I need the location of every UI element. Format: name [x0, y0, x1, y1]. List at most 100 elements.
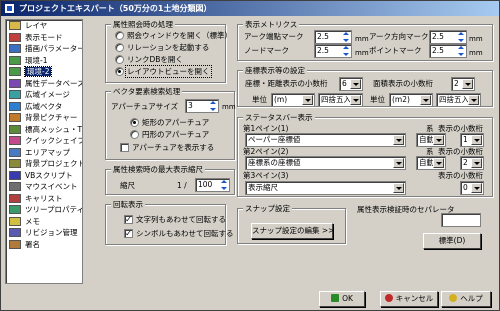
sidebar-item[interactable]: クイックシェイプ [6, 135, 82, 147]
snap-edit-button[interactable]: スナップ設定の編集 >> [251, 223, 334, 239]
arc-direction-input[interactable]: 2.5 [429, 30, 467, 44]
chevron-down-icon[interactable] [468, 95, 479, 105]
spin-icon[interactable] [456, 45, 465, 57]
sidebar-item[interactable]: キャリスト [6, 193, 82, 205]
chevron-down-icon[interactable] [393, 183, 404, 193]
node-mark-input[interactable]: 2.5 [314, 44, 352, 58]
default-button[interactable]: 標準(D) [423, 233, 481, 249]
sidebar-item-label: 広域ベクタ [25, 101, 63, 111]
sidebar-item[interactable]: 環境-2 [6, 66, 82, 78]
spin-icon[interactable] [341, 31, 350, 43]
chevron-down-icon[interactable] [350, 95, 361, 105]
radio-circle-aperture[interactable] [130, 130, 139, 139]
show-aperture-checkbox[interactable] [120, 143, 129, 152]
chevron-down-icon[interactable] [462, 79, 473, 89]
sidebar-item[interactable]: 描画パラメーター [6, 43, 82, 55]
pane2-value: 座標系の座標値 [248, 158, 301, 167]
spin-icon[interactable] [208, 100, 217, 112]
arc-end-mark-input[interactable]: 2.5 [314, 30, 352, 44]
pane1-select[interactable]: ペーパー座標値 [245, 133, 406, 147]
sidebar-item[interactable]: 広域イメージ [6, 89, 82, 101]
category-icon [9, 147, 21, 157]
sidebar-item[interactable]: 属性データベース [6, 78, 82, 90]
arc-end-mark-value: 2.5 [317, 32, 329, 41]
category-list[interactable]: レイヤ 表示モード 描画パラメーター 環境-1 環境-2 属性データベース 広域イメージ 広域… [5, 19, 83, 284]
vector-search-title: ベクタ要素検索処理 [111, 86, 183, 97]
sidebar-item[interactable]: 背景プロジェクト [6, 158, 82, 170]
chevron-down-icon[interactable] [420, 95, 431, 105]
unit-mm: mm [355, 49, 369, 57]
category-icon [9, 124, 21, 134]
pane2-select[interactable]: 座標系の座標値 [245, 156, 406, 170]
sidebar-item[interactable]: マウスイベント [6, 181, 82, 193]
spin-icon[interactable] [219, 179, 228, 191]
sidebar-item[interactable]: 署名 [6, 239, 82, 251]
sidebar-item[interactable]: エリアマップ [6, 147, 82, 159]
chevron-down-icon[interactable] [471, 158, 482, 168]
unit2-select[interactable]: (m2) [389, 93, 433, 107]
sidebar-item[interactable]: 表示モード [6, 32, 82, 44]
pane2-decimals-select[interactable]: 2 [460, 156, 484, 170]
category-icon [9, 228, 21, 237]
sidebar-item[interactable]: 広域ベクタ [6, 101, 82, 113]
sidebar-item[interactable]: リビジョン管理 [6, 227, 82, 239]
cancel-button[interactable]: キャンセル [380, 291, 438, 307]
radio-link-db[interactable] [115, 55, 124, 64]
pane3-select[interactable]: 表示縮尺 [245, 181, 406, 195]
separator-input[interactable] [441, 213, 481, 227]
spin-icon[interactable] [456, 31, 465, 43]
area-decimals-label: 面積表示の小数桁 [373, 79, 433, 88]
chevron-down-icon[interactable] [393, 135, 404, 145]
pane1-system-select[interactable]: 自動 [416, 133, 446, 147]
sidebar-item[interactable]: 背景ピクチャー [6, 112, 82, 124]
point-mark-input[interactable]: 2.5 [429, 44, 467, 58]
chevron-down-icon[interactable] [471, 135, 482, 145]
sidebar-item-label: 署名 [25, 239, 40, 249]
sidebar-item-label: 環境-2 [23, 66, 53, 77]
chevron-down-icon[interactable] [393, 158, 404, 168]
sidebar-item[interactable]: メモ [6, 216, 82, 228]
chevron-down-icon[interactable] [471, 183, 482, 193]
rotate-text-label: 文字列もあわせて回転する [136, 215, 226, 224]
radio-open-window[interactable] [115, 31, 124, 40]
chevron-down-icon[interactable] [350, 79, 361, 89]
radio-layout-view[interactable] [115, 67, 124, 76]
radio-rect-aperture[interactable] [130, 118, 139, 127]
pane2-decimals-value: 2 [463, 158, 468, 167]
aperture-size-input[interactable]: 3 [185, 99, 219, 113]
pane2-system-select[interactable]: 自動 [416, 156, 446, 170]
sidebar-item[interactable]: VBスクリプト [6, 170, 82, 182]
attr-reference-title: 属性照会時の処理 [111, 19, 175, 30]
pane3-decimals-select[interactable]: 0 [460, 181, 484, 195]
sidebar-item-label: VBスクリプト [25, 170, 73, 180]
round2-select[interactable]: 四捨五入 [436, 93, 481, 107]
radio-relation[interactable] [115, 43, 124, 52]
pane1-decimals-select[interactable]: 1 [460, 133, 484, 147]
sidebar-item[interactable]: レイヤ [6, 20, 82, 32]
aperture-size-label: アパーチュアサイズ [111, 102, 178, 111]
scale-input[interactable]: 100 [195, 178, 230, 192]
rotate-text-checkbox[interactable]: ✓ [124, 215, 133, 224]
pane1-decimals-value: 1 [463, 135, 468, 144]
chevron-down-icon[interactable] [433, 135, 444, 145]
category-icon [9, 170, 21, 180]
unit1-select[interactable]: (m) [271, 93, 315, 107]
sidebar-item[interactable]: 標高メッシュ・TIN [6, 124, 82, 136]
unit2-value: (m2) [392, 95, 410, 104]
spin-icon[interactable] [341, 45, 350, 57]
radio-circle-aperture-label: 円形のアパーチュア [142, 130, 210, 139]
sidebar-item-label: 表示モード [25, 32, 63, 42]
attr-scale-title: 属性検索時の最大表示縮尺 [111, 164, 205, 175]
window-title: プロジェクトエキスパート（50万分の1土地分類図） [19, 4, 212, 13]
coord-decimals-select[interactable]: 6 [339, 77, 363, 91]
ok-button[interactable]: OK [319, 291, 365, 307]
help-button[interactable]: ヘルプ [441, 291, 491, 307]
chevron-down-icon[interactable] [302, 95, 313, 105]
round1-select[interactable]: 四捨五入 [318, 93, 363, 107]
rotate-symbol-checkbox[interactable]: ✓ [124, 229, 133, 238]
area-decimals-select[interactable]: 2 [451, 77, 475, 91]
sidebar-item[interactable]: 環境-1 [6, 55, 82, 67]
chevron-down-icon[interactable] [433, 158, 444, 168]
sidebar-item[interactable]: ツリープロパティ [6, 204, 82, 216]
ok-label: OK [342, 294, 353, 303]
